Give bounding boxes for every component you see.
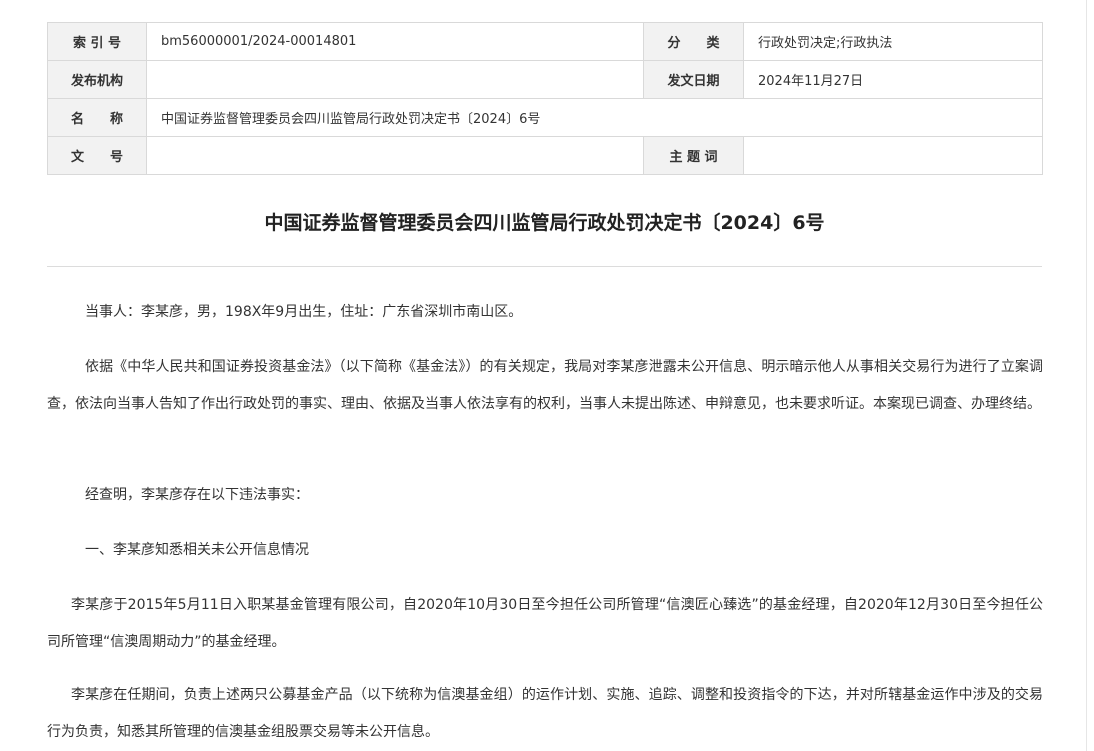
- page-right-border: [1086, 0, 1087, 751]
- index-number-label: 索 引 号: [47, 22, 147, 61]
- category-label: 分 类: [643, 22, 744, 61]
- document-title: 中国证券监督管理委员会四川监管局行政处罚决定书〔2024〕6号: [264, 212, 825, 234]
- paragraph-findings-intro: 经查明，李某彦存在以下违法事实：: [85, 487, 309, 503]
- paragraph-responsibilities: 李某彦在任期间，负责上述两只公募基金产品（以下统称为信澳基金组）的运作计划、实施…: [47, 687, 1043, 740]
- index-number-value: bm56000001/2024-00014801: [146, 22, 644, 61]
- paragraph-employment: 李某彦于2015年5月11日入职某基金管理有限公司，自2020年10月30日至今…: [47, 597, 1043, 650]
- publisher-value: [146, 60, 644, 99]
- section-heading-1: 一、李某彦知悉相关未公开信息情况: [85, 542, 309, 558]
- metadata-row: 索 引 号 bm56000001/2024-00014801 分 类 行政处罚决…: [47, 22, 1043, 61]
- keywords-label: 主 题 词: [643, 136, 744, 175]
- metadata-row: 发布机构 发文日期 2024年11月27日: [47, 60, 1043, 99]
- document-number-label: 文 号: [47, 136, 147, 175]
- issue-date-value: 2024年11月27日: [743, 60, 1043, 99]
- keywords-value: [743, 136, 1043, 175]
- document-name-label: 名 称: [47, 98, 147, 137]
- metadata-row: 名 称 中国证券监督管理委员会四川监管局行政处罚决定书〔2024〕6号: [47, 98, 1043, 137]
- paragraph-party: 当事人：李某彦，男，198X年9月出生，住址：广东省深圳市南山区。: [85, 304, 523, 320]
- title-divider: [47, 266, 1042, 267]
- paragraph-investigation: 依据《中华人民共和国证券投资基金法》（以下简称《基金法》）的有关规定，我局对李某…: [47, 359, 1043, 412]
- document-name-value: 中国证券监督管理委员会四川监管局行政处罚决定书〔2024〕6号: [146, 98, 1043, 137]
- metadata-row: 文 号 主 题 词: [47, 136, 1043, 175]
- category-value: 行政处罚决定;行政执法: [743, 22, 1043, 61]
- publisher-label: 发布机构: [47, 60, 147, 99]
- issue-date-label: 发文日期: [643, 60, 744, 99]
- document-metadata-table: 索 引 号 bm56000001/2024-00014801 分 类 行政处罚决…: [47, 22, 1043, 175]
- document-number-value: [146, 136, 644, 175]
